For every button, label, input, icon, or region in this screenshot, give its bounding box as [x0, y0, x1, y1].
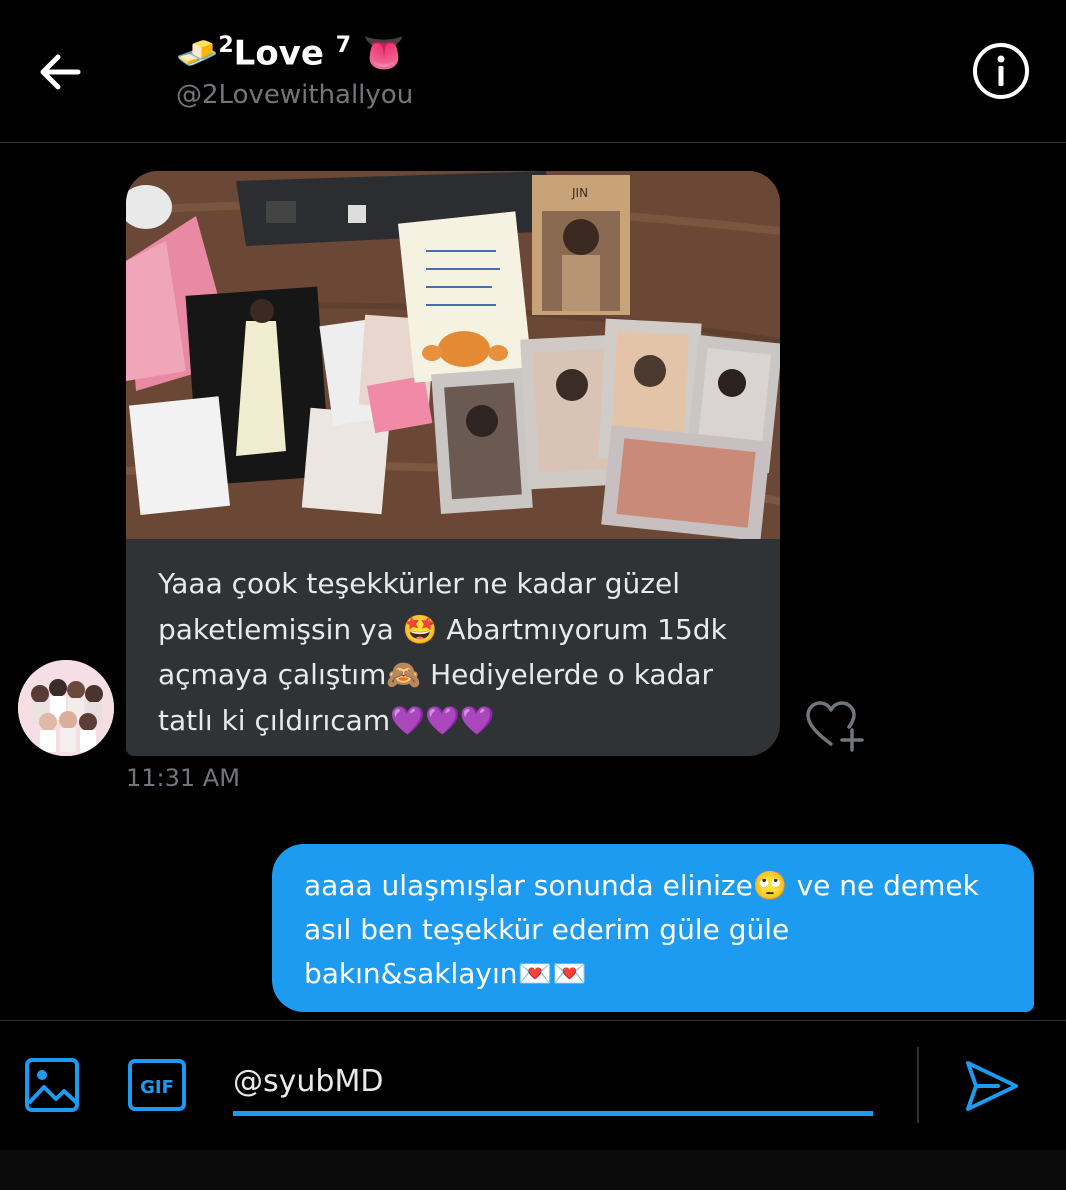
gif-icon[interactable]: GIF — [128, 1059, 186, 1111]
message-input[interactable] — [233, 1051, 873, 1116]
sent-message-bubble[interactable]: aaaa ulaşmışlar sonunda elinize🙄 ve ne d… — [272, 844, 1034, 1012]
message-photo[interactable]: JIN — [126, 171, 780, 539]
bottom-bar — [0, 1150, 1066, 1190]
jin-card-label: JIN — [571, 186, 588, 200]
message-timestamp: 11:31 AM — [126, 764, 240, 792]
user-handle: @2Lovewithallyou — [176, 80, 414, 111]
gif-icon-label: GIF — [140, 1077, 174, 1098]
sent-message-text: aaaa ulaşmışlar sonunda elinize🙄 ve ne d… — [304, 869, 979, 990]
display-name: 🧈2Love 7 👅 — [176, 33, 406, 74]
received-message-text: Yaaa çook teşekkürler ne kadar güzel pak… — [158, 567, 727, 737]
sender-avatar[interactable] — [18, 660, 114, 756]
message-composer: GIF — [0, 1020, 1066, 1151]
conversation-title[interactable]: 🧈2Love 7 👅 @2Lovewithallyou — [176, 24, 413, 113]
info-icon[interactable] — [970, 40, 1032, 102]
add-reaction-heart-icon[interactable] — [804, 700, 866, 752]
conversation-header: 🧈2Love 7 👅 @2Lovewithallyou — [0, 0, 1066, 143]
send-icon[interactable] — [962, 1059, 1020, 1113]
back-arrow-icon[interactable] — [28, 40, 92, 104]
composer-divider — [917, 1047, 919, 1123]
received-message-bubble[interactable]: JIN Yaaa çook teşekkürler ne kadar güzel… — [126, 171, 780, 756]
image-icon[interactable] — [24, 1057, 80, 1113]
